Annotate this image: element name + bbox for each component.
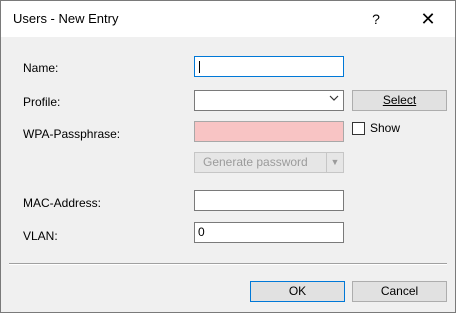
title-bar: Users - New Entry ? ✕ [1,1,455,37]
vlan-label: VLAN: [23,229,58,243]
wpa-passphrase-input[interactable] [194,121,344,142]
footer-separator [9,263,447,265]
profile-label: Profile: [23,95,61,109]
generate-password-button[interactable]: Generate password ▼ [194,152,344,173]
cancel-button-label: Cancel [380,284,419,298]
cancel-button[interactable]: Cancel [352,281,447,302]
chevron-down-icon [329,93,339,108]
wpa-passphrase-label: WPA-Passphrase: [23,127,121,141]
vlan-value: 0 [198,225,205,239]
mac-address-input[interactable] [194,190,344,211]
users-new-entry-dialog: Users - New Entry ? ✕ Name: Profile: Sel… [0,0,456,313]
window-title: Users - New Entry [13,11,119,26]
vlan-input[interactable]: 0 [194,222,344,243]
name-label: Name: [23,61,59,75]
triangle-down-icon[interactable]: ▼ [326,153,343,172]
select-button[interactable]: Select [352,90,447,111]
mac-address-label: MAC-Address: [23,196,102,210]
generate-password-label: Generate password [203,155,308,169]
show-checkbox[interactable] [352,122,365,135]
text-caret [199,61,200,73]
close-button[interactable]: ✕ [413,7,443,31]
help-button[interactable]: ? [361,7,391,31]
ok-button[interactable]: OK [250,281,345,302]
name-input[interactable] [194,56,344,77]
ok-button-label: OK [288,284,307,298]
show-label[interactable]: Show [370,121,400,135]
select-button-label: Select [382,93,417,107]
profile-combobox[interactable] [194,90,344,111]
